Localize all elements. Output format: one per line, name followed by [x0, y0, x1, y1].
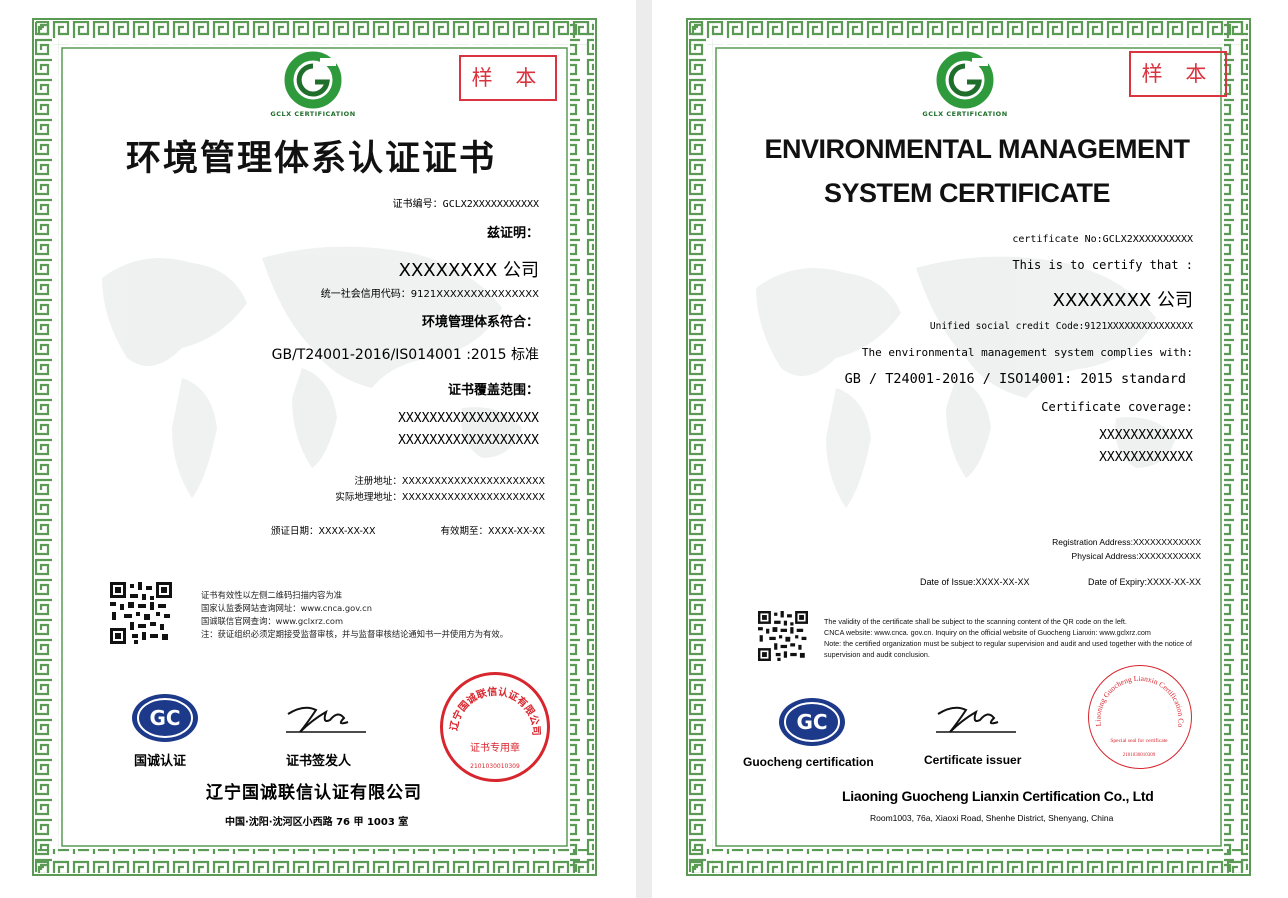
note-3: 国诚联信官网查询：www.gclxrz.com — [201, 616, 344, 626]
scope-line-1: XXXXXXXXXXXX — [1099, 428, 1193, 443]
scope-line-1: XXXXXXXXXXXXXXXXXX — [398, 411, 539, 426]
seal-number: 2101030010309 — [470, 763, 520, 770]
issuing-company: Liaoning Guocheng Lianxin Certification … — [842, 788, 1154, 804]
standard-text: GB / T24001-2016 / ISO14001: 2015 standa… — [844, 371, 1186, 387]
registered-address: 注册地址：XXXXXXXXXXXXXXXXXXXXXX — [354, 476, 545, 487]
certify-label: This is to certify that : — [1012, 258, 1193, 272]
page-title: 环境管理体系认证证书 — [126, 139, 497, 179]
issue-date: 颁证日期：XXXX-XX-XX — [271, 526, 376, 537]
sample-stamp: 样 本 — [1129, 51, 1227, 97]
certificate-number: certificate No:GCLX2XXXXXXXXXX — [1012, 234, 1193, 245]
gc-logo: GC — [778, 697, 846, 747]
gc-label: 国诚认证 — [134, 754, 187, 769]
logo-text: GCLX CERTIFICATION — [922, 110, 1008, 118]
note-1: 证书有效性以左侧二维码扫描内容为准 — [201, 590, 343, 600]
svg-text:辽宁国诚联信认证有限公司: 辽宁国诚联信认证有限公司 — [448, 685, 542, 736]
issuer-label: Certificate issuer — [924, 753, 1022, 767]
chinese-certificate: GCLX CERTIFICATION 样 本 环境管理体系认证证书 证书编号：G… — [0, 0, 636, 898]
note-4: 注：获证组织必须定期接受监督审核，并与监督审核结论通知书一并使用方为有效。 — [201, 629, 508, 639]
official-seal: Liaoning Guocheng Lianxin Certification … — [1087, 659, 1192, 769]
note-3: Note: the certified organization must be… — [824, 639, 1192, 659]
logo-text: GCLX CERTIFICATION — [270, 110, 356, 118]
seal-number: 2101030010309 — [1123, 753, 1156, 758]
seal-sub: 证书专用章 — [470, 741, 520, 754]
seal-text: 辽宁国诚联信认证有限公司 — [448, 685, 542, 736]
sample-stamp: 样 本 — [459, 55, 557, 101]
svg-text:GC: GC — [149, 706, 180, 730]
issue-date: Date of Issue:XXXX-XX-XX — [920, 577, 1030, 587]
note-1: The validity of the certificate shall be… — [824, 617, 1127, 626]
issuer-label: 证书签发人 — [286, 754, 352, 769]
company-address: Room1003, 76a, Xiaoxi Road, Shenhe Distr… — [870, 813, 1114, 823]
company-address: 中国·沈阳·沈河区小西路 76 甲 1003 室 — [225, 817, 409, 828]
credit-code: Unified social credit Code:9121XXXXXXXXX… — [929, 321, 1193, 332]
expiry-date: Date of Expiry:XXXX-XX-XX — [1087, 577, 1201, 587]
gc-label: Guocheng certification — [743, 755, 874, 769]
scope-line-2: XXXXXXXXXXXXXXXXXX — [398, 433, 539, 448]
scope-line-2: XXXXXXXXXXXX — [1099, 450, 1193, 465]
actual-address: 实际地理地址：XXXXXXXXXXXXXXXXXXXXXX — [335, 492, 545, 503]
note-2: CNCA website: www.cnca. gov.cn. Inquiry … — [824, 628, 1151, 637]
expiry-date: 有效期至：XXXX-XX-XX — [440, 526, 545, 537]
complies-label: 环境管理体系符合： — [421, 315, 539, 330]
complies-label: The environmental management system comp… — [861, 346, 1193, 359]
page-title-line-2: SYSTEM CERTIFICATE — [823, 178, 1111, 208]
english-certificate: GCLX CERTIFICATION 样 本 ENVIRONMENTAL MAN… — [652, 0, 1288, 898]
company-name: XXXXXXXX 公司 — [1052, 290, 1193, 311]
page-gap — [636, 0, 652, 898]
svg-text:Liaoning Guocheng Lianxin Cert: Liaoning Guocheng Lianxin Certification … — [1089, 666, 1186, 728]
hereby-label: 兹证明： — [486, 226, 539, 241]
official-seal: 辽宁国诚联信认证有限公司 证书专用章 2101030010309 — [440, 672, 550, 782]
coverage-label: Certificate coverage: — [1041, 400, 1193, 414]
standard-text: GB/T24001-2016/IS014001 :2015 标准 — [271, 347, 539, 363]
note-2: 国家认监委网站查询网址：www.cnca.gov.cn — [201, 603, 372, 613]
scope-label: 证书覆盖范围： — [447, 383, 539, 398]
seal-text: Liaoning Guocheng Lianxin Certification … — [1087, 659, 1186, 728]
signature — [932, 700, 1022, 740]
issuing-company: 辽宁国诚联信认证有限公司 — [206, 783, 422, 803]
qr-code — [758, 611, 808, 661]
seal-sub: Special seal for certificate — [1110, 737, 1168, 744]
page-title-line-1: ENVIRONMENTAL MANAGEMENT — [764, 134, 1191, 164]
credit-code: 统一社会信用代码：9121XXXXXXXXXXXXXXX — [320, 289, 539, 300]
gc-logo: GC — [131, 693, 199, 743]
qr-code — [110, 582, 172, 644]
signature — [282, 700, 372, 740]
company-name: XXXXXXXX 公司 — [398, 260, 539, 281]
certificate-number: 证书编号：GCLX2XXXXXXXXXXX — [392, 199, 539, 210]
registration-address: Registration Address:XXXXXXXXXXXX — [1052, 537, 1201, 547]
svg-text:GC: GC — [796, 710, 827, 734]
physical-address: Physical Address:XXXXXXXXXXX — [1071, 551, 1201, 561]
